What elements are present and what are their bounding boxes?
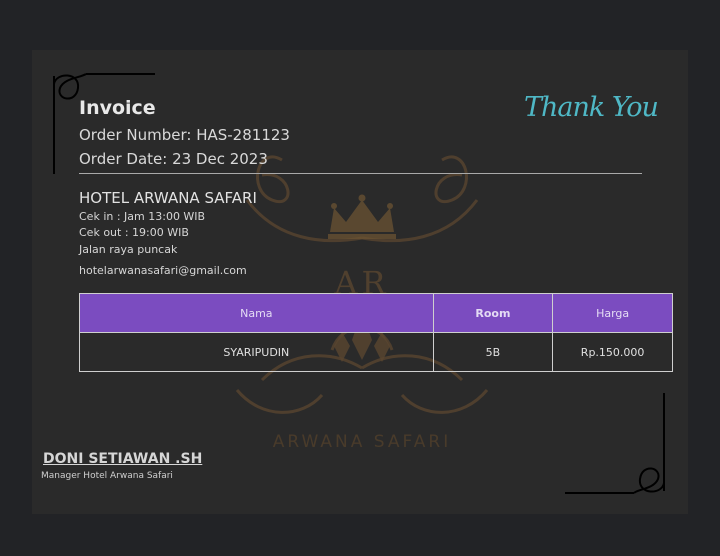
hotel-address: Jalan raya puncak [79,243,178,256]
booking-table: Nama Room Harga SYARIPUDIN 5B Rp.150.000 [79,293,673,372]
guest-name-cell: SYARIPUDIN [79,332,434,372]
corner-ornament-bottom-right [565,393,665,494]
order-number: Order Number: HAS-281123 [79,126,290,144]
header-divider [79,173,642,174]
table-header-row: Nama Room Harga [79,293,673,333]
room-cell: 5B [432,332,554,372]
hotel-name: HOTEL ARWANA SAFARI [79,189,257,207]
checkout-time: Cek out : 19:00 WIB [79,226,189,239]
thank-you-script: Thank You [524,92,659,123]
checkin-time: Cek in : Jam 13:00 WIB [79,210,206,223]
column-header-room: Room [432,293,554,333]
hotel-email: hotelarwanasafari@gmail.com [79,264,247,277]
price-cell: Rp.150.000 [552,332,673,372]
column-header-harga: Harga [552,293,673,333]
order-date: Order Date: 23 Dec 2023 [79,150,268,168]
signatory-name: DONI SETIAWAN .SH [43,451,203,467]
invoice-card: AR ARWANA SAFARI Invoice Order Number: H… [32,50,688,514]
column-header-nama: Nama [79,293,434,333]
invoice-title: Invoice [79,97,156,119]
signatory-title: Manager Hotel Arwana Safari [41,471,173,481]
watermark-text: ARWANA SAFARI [273,432,451,452]
table-row: SYARIPUDIN 5B Rp.150.000 [79,332,673,372]
